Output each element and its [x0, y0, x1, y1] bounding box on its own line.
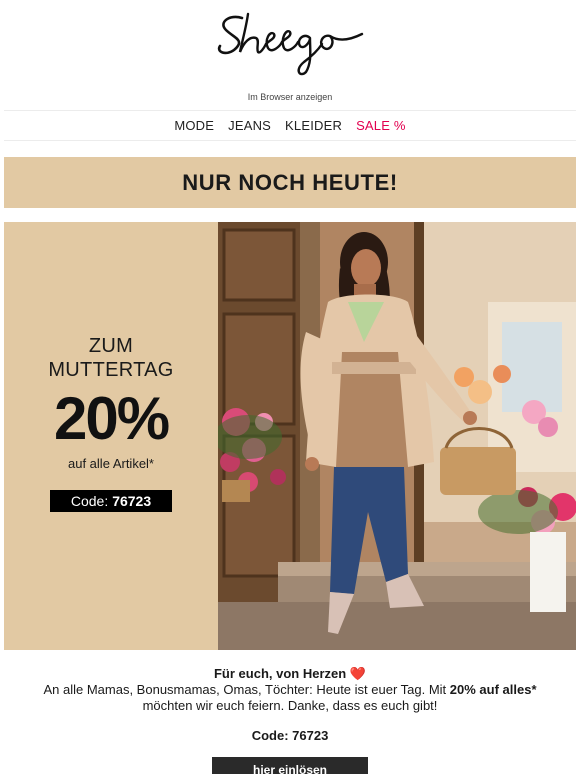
- promo-code-badge: Code: 76723: [50, 490, 172, 512]
- nav-item-sale[interactable]: SALE %: [356, 118, 406, 133]
- promo-code-value: 76723: [112, 493, 152, 509]
- promo-code-label: Code:: [70, 493, 109, 509]
- body-headline: Für euch, von Herzen ❤️: [20, 666, 560, 682]
- brand-logo[interactable]: [0, 0, 580, 88]
- body-headline-text: Für euch, von Herzen: [213, 666, 347, 681]
- redeem-button[interactable]: hier einlösen: [212, 757, 368, 774]
- main-nav: MODE JEANS KLEIDER SALE %: [4, 110, 576, 141]
- body-code-line: Code: 76723: [251, 728, 329, 743]
- promo-line-1: ZUM: [88, 335, 134, 357]
- hero-promo-panel: ZUM MUTTERTAG 20% auf alle Artikel* Code…: [4, 222, 218, 650]
- nav-item-kleider[interactable]: KLEIDER: [285, 118, 342, 133]
- body-text-part-1: An alle Mamas, Bonusmamas, Omas, Töchter…: [43, 682, 450, 697]
- banner-text: NUR NOCH HEUTE!: [182, 169, 398, 195]
- body-text-part-2: möchten wir euch feiern. Danke, dass es …: [142, 698, 438, 713]
- nav-item-jeans[interactable]: JEANS: [228, 118, 271, 133]
- heart-icon: ❤️: [349, 666, 366, 681]
- hero-photo: [218, 222, 576, 650]
- promo-line-2: MUTTERTAG: [48, 359, 174, 381]
- view-in-browser-link[interactable]: Im Browser anzeigen: [0, 92, 580, 102]
- promo-subtitle: auf alle Artikel*: [68, 456, 154, 471]
- body-text-bold: 20% auf alles*: [449, 682, 537, 697]
- nav-item-mode[interactable]: MODE: [174, 118, 214, 133]
- body-paragraph: An alle Mamas, Bonusmamas, Omas, Töchter…: [20, 682, 560, 714]
- promo-discount: 20%: [53, 385, 170, 452]
- promo-occasion: ZUM MUTTERTAG: [4, 334, 218, 382]
- hero-section[interactable]: ZUM MUTTERTAG 20% auf alle Artikel* Code…: [4, 222, 576, 650]
- body-text: Für euch, von Herzen ❤️ An alle Mamas, B…: [20, 666, 560, 714]
- sheego-logo: [217, 12, 364, 76]
- model-photo-image: [218, 222, 576, 650]
- promo-banner[interactable]: NUR NOCH HEUTE!: [4, 157, 576, 208]
